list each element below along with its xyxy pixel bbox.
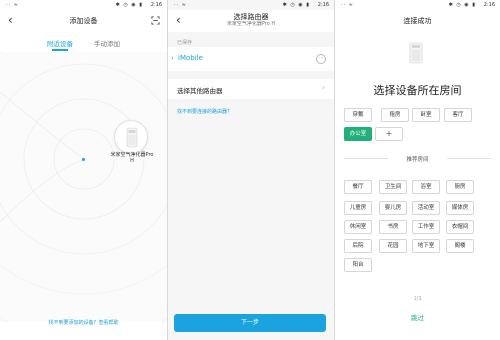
air-purifier-icon [126, 127, 138, 148]
room-chip[interactable]: 客厅 [444, 108, 472, 122]
recommended-room-chip[interactable]: 休闲室 [344, 220, 372, 234]
help-link[interactable]: 找不到要添加的设备？查看帮助 [0, 319, 167, 326]
saved-router-row[interactable]: › iMobile ··· [168, 47, 334, 71]
next-button[interactable]: 下一步 [174, 314, 326, 332]
other-router-row[interactable]: 选择其他路由器 › [168, 79, 334, 99]
selected-chevron-icon: › [171, 54, 174, 62]
radar-rings [0, 0, 167, 340]
nav-bar: 连接成功 [335, 10, 500, 32]
nav-bar: ‹ 添加设备 [0, 10, 167, 32]
chevron-right-icon: › [321, 83, 325, 92]
room-heading: 选择设备所在房间 [373, 84, 462, 97]
scan-icon[interactable] [151, 16, 160, 25]
radar-scan-area [0, 0, 167, 340]
tab-active-indicator [52, 49, 68, 51]
tab-nearby-devices[interactable]: 附近设备 [47, 38, 73, 48]
connection-success-screen: ·· ≈ ✱ ◷ ◉ ▮ 2:16 连接成功 选择设备所在房间 穿戴 租房 卧室… [335, 0, 500, 340]
recommended-room-chip[interactable]: 卫生间 [379, 180, 407, 194]
scanner-center-dot [82, 158, 85, 161]
recommended-rooms-label: 推荐房间 [406, 157, 429, 163]
page-indicator: 1/3 [413, 296, 422, 302]
signal-icons: ·· ≈ [174, 2, 187, 8]
signal-icons: ·· ≈ [6, 2, 19, 8]
status-icons: ✱ ◷ ◉ ▮ [282, 2, 310, 8]
tab-bar: 附近设备 手动添加 [0, 36, 167, 51]
recommended-room-chip[interactable]: 书房 [379, 220, 407, 234]
status-time: 2:16 [150, 2, 162, 8]
recommended-room-chip[interactable]: 儿童房 [344, 201, 372, 215]
status-time: 2:16 [483, 2, 495, 8]
page-title: 连接成功 [403, 17, 432, 25]
status-bar: ·· ≈ ✱ ◷ ◉ ▮ 2:16 [0, 0, 167, 10]
recommended-room-chip[interactable]: 花园 [379, 239, 407, 253]
nav-bar: ‹ 选择路由器 米家空气净化器Pro H [168, 10, 334, 32]
page-title: 添加设备 [69, 17, 98, 25]
device-subtitle: 米家空气净化器Pro H [226, 21, 276, 27]
nearby-device-button[interactable] [114, 120, 148, 154]
tab-manual-add[interactable]: 手动添加 [94, 38, 120, 48]
room-chip-selected[interactable]: 办公室 [344, 127, 372, 141]
cant-find-router-link[interactable]: 找不到要连接的路由器？ [177, 108, 232, 115]
add-room-button[interactable]: + [375, 127, 403, 141]
recommended-room-chip[interactable]: 活动室 [412, 201, 440, 215]
recommended-room-chip[interactable]: 餐厅 [344, 180, 372, 194]
air-purifier-icon [409, 42, 423, 64]
recommended-room-chip[interactable]: 阳台 [344, 258, 372, 272]
recommended-room-chip[interactable]: 衣帽间 [446, 220, 474, 234]
status-icons: ✱ ◷ ◉ ▮ [115, 2, 143, 8]
recommended-room-chip[interactable]: 媒体房 [446, 201, 474, 215]
router-name: iMobile [178, 54, 203, 62]
recommended-room-chip[interactable]: 地下室 [412, 239, 440, 253]
signal-icons: ·· ≈ [341, 2, 354, 8]
recommended-room-chip[interactable]: 工作室 [412, 220, 440, 234]
recommended-room-chip[interactable]: 婴儿房 [379, 201, 407, 215]
skip-button[interactable]: 跳过 [335, 312, 500, 322]
recommended-room-chip[interactable]: 厨房 [446, 180, 474, 194]
room-chip[interactable]: 租房 [381, 108, 409, 122]
recommended-room-chip[interactable]: 浴室 [412, 180, 440, 194]
recommended-room-chip[interactable]: 后院 [344, 239, 372, 253]
recommended-room-chip[interactable]: 阁楼 [446, 239, 474, 253]
room-chip[interactable]: 卧室 [412, 108, 440, 122]
status-bar: ·· ≈ ✱ ◷ ◉ ▮ 2:16 [335, 0, 500, 10]
add-device-screen: ·· ≈ ✱ ◷ ◉ ▮ 2:16 ‹ 添加设备 附近设备 手动添加 米家空气净… [0, 0, 167, 340]
select-router-screen: ·· ≈ ✱ ◷ ◉ ▮ 2:16 ‹ 选择路由器 米家空气净化器Pro H 已… [168, 0, 334, 340]
more-options-button[interactable]: ··· [316, 54, 326, 64]
status-icons: ✱ ◷ ◉ ▮ [448, 2, 476, 8]
other-router-label: 选择其他路由器 [177, 87, 223, 95]
saved-section-label: 已保存 [177, 40, 193, 46]
device-name-label: 米家空气净化器Pro H [110, 152, 154, 164]
divider-right [447, 158, 491, 159]
status-time: 2:16 [317, 2, 329, 8]
status-bar: ·· ≈ ✱ ◷ ◉ ▮ 2:16 [168, 0, 334, 10]
room-chip[interactable]: 穿戴 [344, 108, 372, 122]
